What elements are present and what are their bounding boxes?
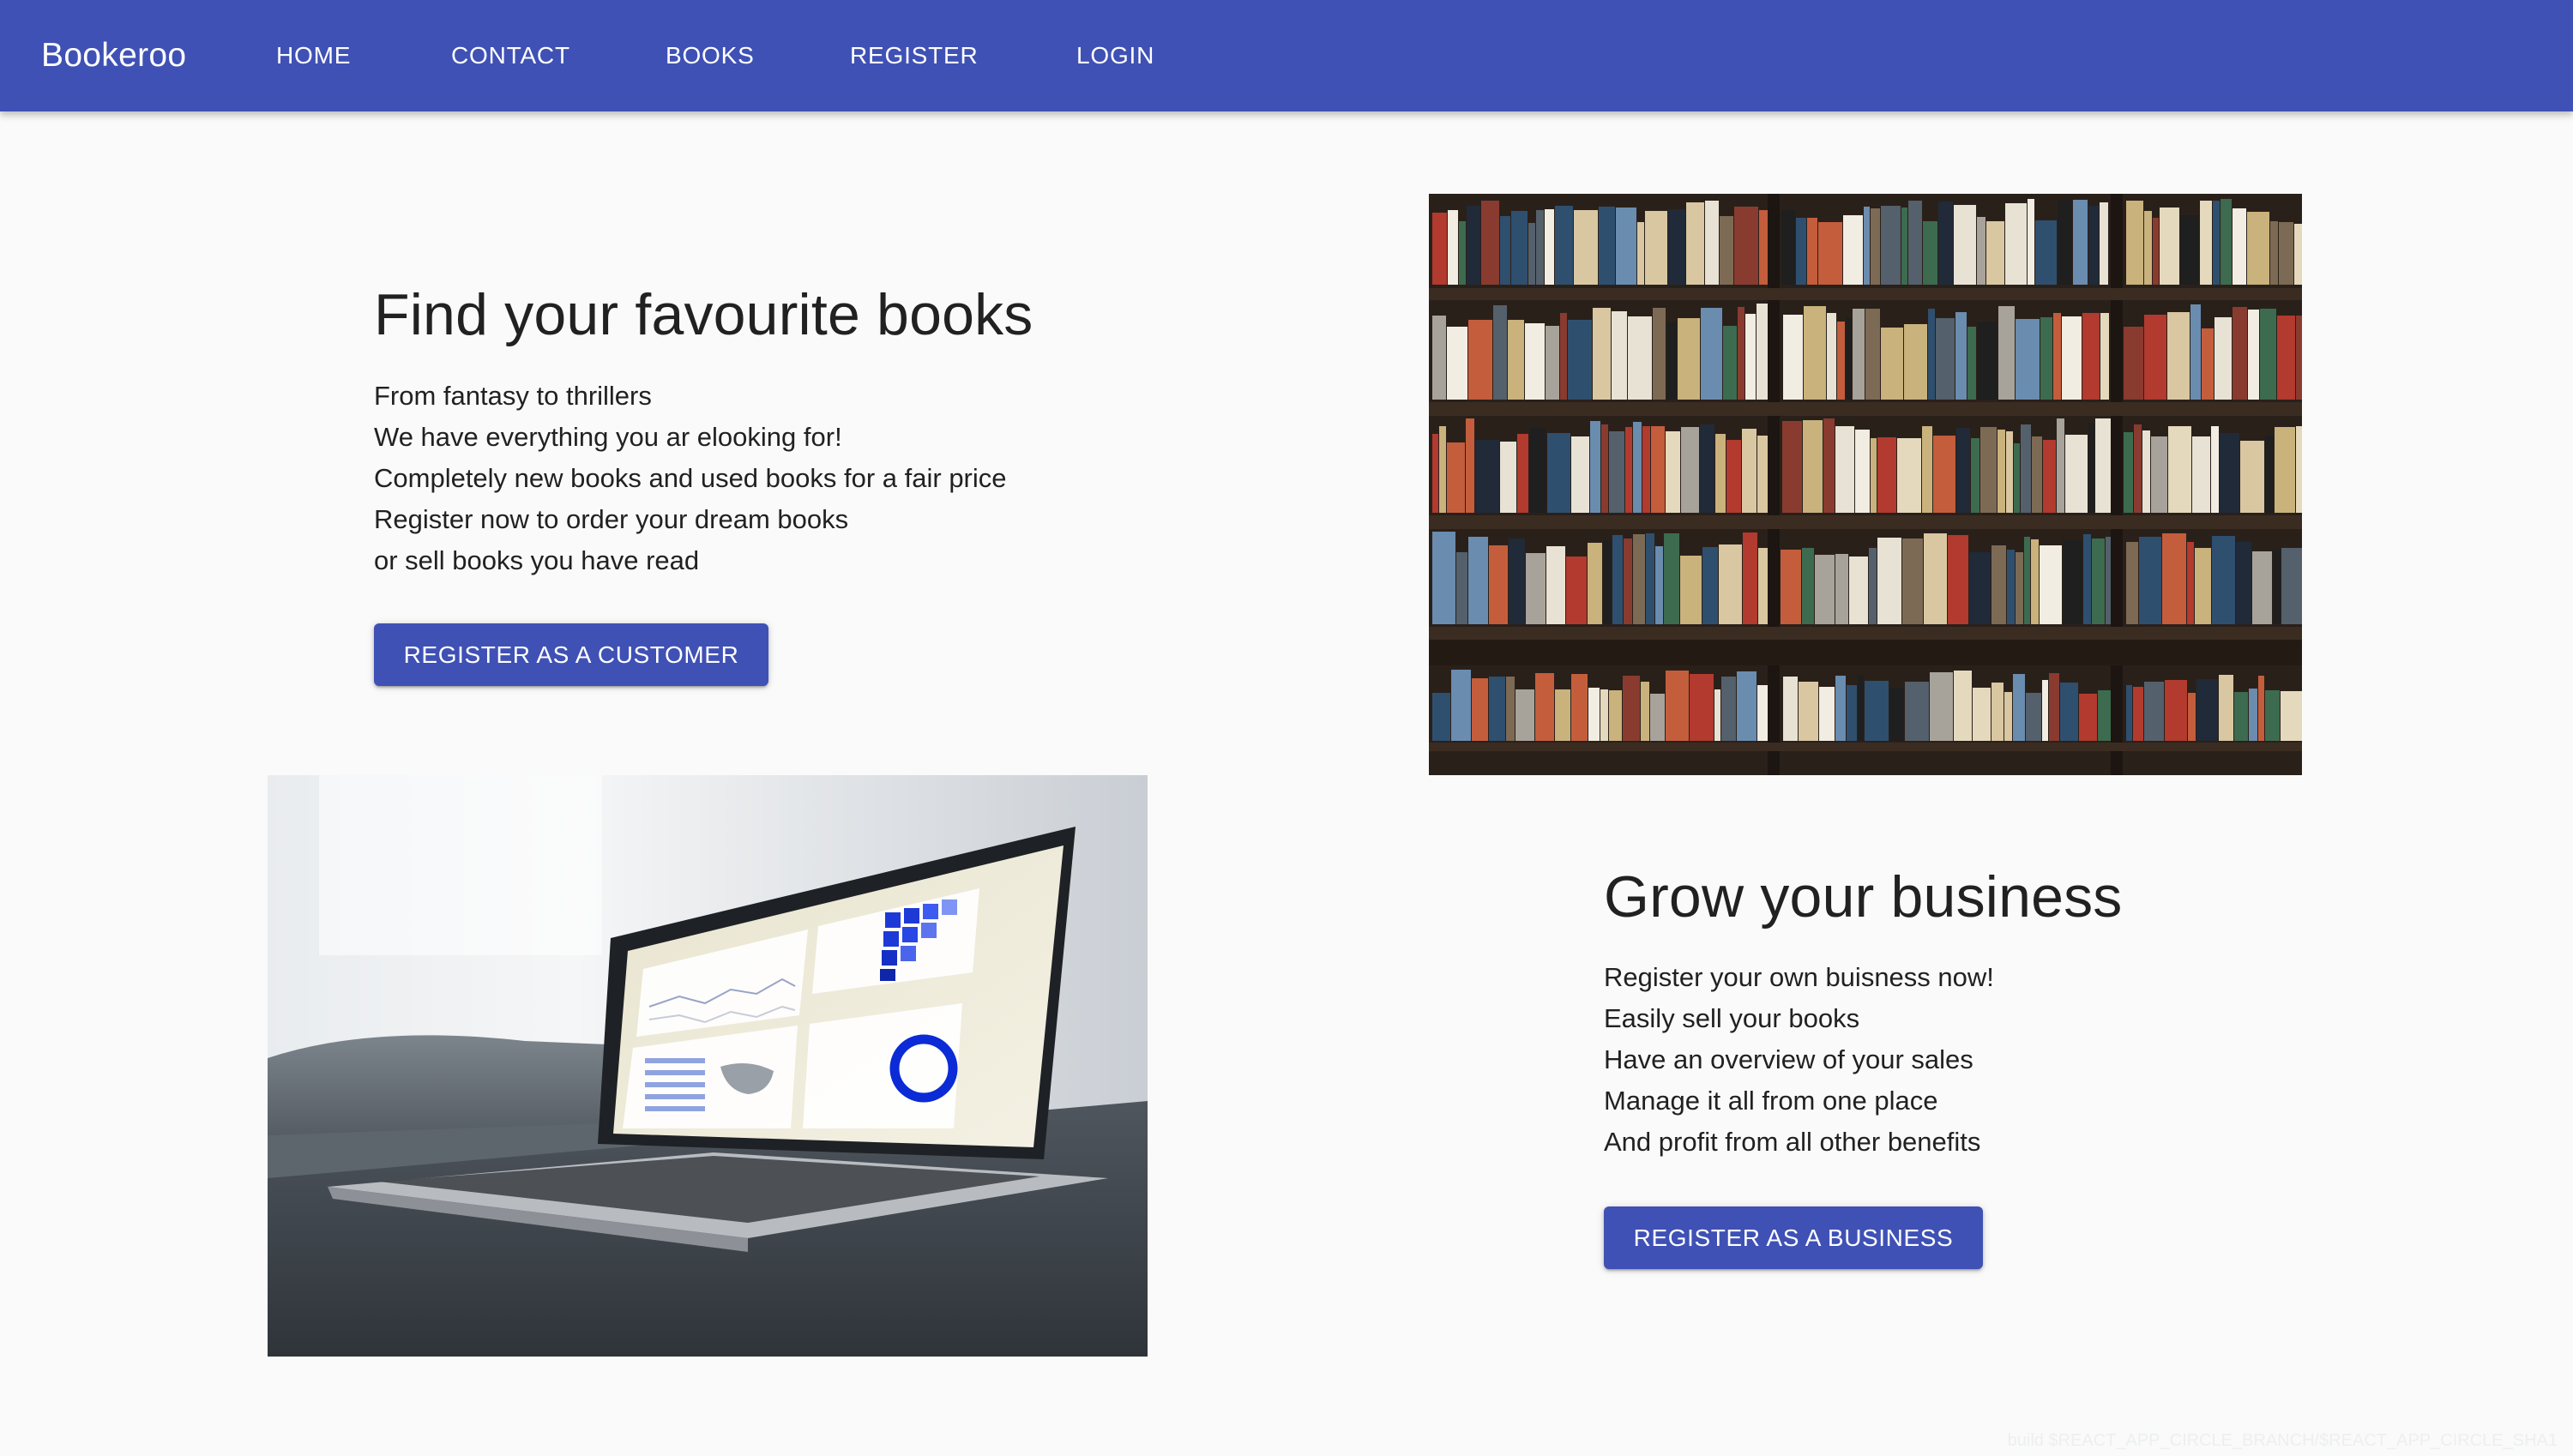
- register-customer-button[interactable]: REGISTER AS A CUSTOMER: [374, 623, 768, 686]
- register-business-button[interactable]: REGISTER AS A BUSINESS: [1604, 1206, 1983, 1269]
- laptop-dashboard-photo: [268, 775, 1148, 1357]
- brand-logo[interactable]: Bookeroo: [41, 0, 186, 111]
- business-feature-line: Easily sell your books: [1604, 1003, 1860, 1033]
- customer-feature-line: We have everything you ar elooking for!: [374, 422, 842, 452]
- customer-feature-line: or sell books you have read: [374, 545, 700, 575]
- customer-feature-list: From fantasy to thrillers We have everyt…: [374, 376, 1007, 581]
- business-feature-list: Register your own buisness now! Easily s…: [1604, 957, 1994, 1163]
- business-feature-line: Register your own buisness now!: [1604, 962, 1994, 992]
- customer-feature-line: From fantasy to thrillers: [374, 381, 652, 411]
- build-info-text: build $REACT_APP_CIRCLE_BRANCH/$REACT_AP…: [2007, 1431, 2558, 1450]
- business-feature-line: Have an overview of your sales: [1604, 1044, 1973, 1074]
- nav-contact-link[interactable]: CONTACT: [451, 0, 570, 111]
- business-feature-line: And profit from all other benefits: [1604, 1127, 1981, 1157]
- app-bar: Bookeroo HOME CONTACT BOOKS REGISTER LOG…: [0, 0, 2573, 111]
- nav-register-link[interactable]: REGISTER: [850, 0, 979, 111]
- bookshelf-photo: [1429, 194, 2302, 775]
- customer-feature-line: Completely new books and used books for …: [374, 463, 1007, 493]
- nav-login-link[interactable]: LOGIN: [1076, 0, 1154, 111]
- business-section-title: Grow your business: [1604, 864, 2123, 930]
- customer-feature-line: Register now to order your dream books: [374, 504, 849, 534]
- customer-section-title: Find your favourite books: [374, 282, 1033, 347]
- nav-books-link[interactable]: BOOKS: [666, 0, 755, 111]
- business-feature-line: Manage it all from one place: [1604, 1086, 1938, 1116]
- nav-home-link[interactable]: HOME: [276, 0, 351, 111]
